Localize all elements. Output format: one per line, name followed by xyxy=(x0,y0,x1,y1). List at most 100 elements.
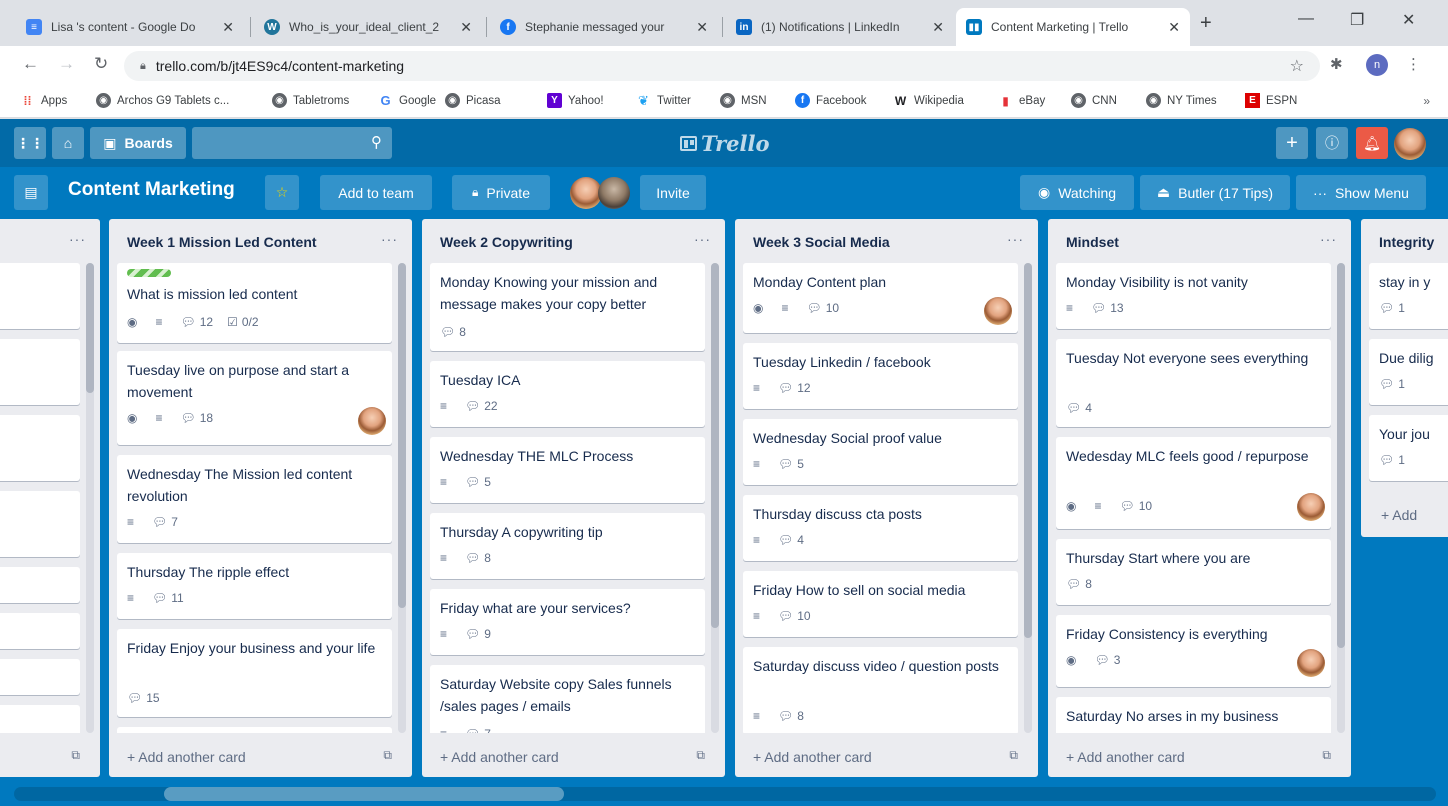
card[interactable]: Thursday discuss cta posts ≡ 💬︎ 4 xyxy=(743,495,1018,561)
create-plus-icon[interactable]: + xyxy=(1276,127,1308,159)
list-title[interactable]: Week 3 Social Media xyxy=(753,234,890,250)
card[interactable]: Tuesday Linkedin / facebook ≡ 💬︎ 12 xyxy=(743,343,1018,409)
card[interactable]: Wednesday Social proof value ≡ 💬︎ 5 xyxy=(743,419,1018,485)
board-view-icon[interactable]: ▤ xyxy=(14,175,48,210)
list-scroll-thumb[interactable] xyxy=(1024,263,1032,638)
card-template-icon[interactable]: ⧉ xyxy=(71,748,80,763)
apps-grid-icon[interactable]: ⋮⋮ xyxy=(14,127,46,159)
card[interactable]: Friday Consistency is everything ◉ 💬︎ 3 xyxy=(1056,615,1331,687)
star-icon[interactable]: ☆ xyxy=(265,175,299,210)
card[interactable]: Saturday Website copy Sales funnels /sal… xyxy=(430,665,705,733)
bookmark-tabletroms[interactable]: ◉ Tabletroms xyxy=(272,93,349,108)
trello-logo[interactable]: Trello xyxy=(680,131,770,156)
add-another-card-button[interactable]: + Add another card xyxy=(1066,749,1185,765)
browser-tab-facebook[interactable]: f Stephanie messaged your ✕ xyxy=(490,8,718,46)
list-menu-icon[interactable]: ··· xyxy=(381,231,398,247)
list-scrollbar[interactable] xyxy=(1337,263,1345,733)
close-icon[interactable]: ✕ xyxy=(460,19,472,36)
card[interactable] xyxy=(0,415,80,481)
browser-tab-wordpress[interactable]: W Who_is_your_ideal_client_2 ✕ xyxy=(254,8,482,46)
card-member-avatar[interactable] xyxy=(1297,493,1325,521)
card-template-icon[interactable]: ⧉ xyxy=(383,748,392,763)
card[interactable]: Wednesday THE MLC Process ≡ 💬︎ 5 xyxy=(430,437,705,503)
card[interactable]: Your jou 💬︎ 1 xyxy=(1369,415,1448,481)
invite-button[interactable]: Invite xyxy=(640,175,706,210)
card[interactable]: Friday Enjoy your business and your life… xyxy=(117,629,392,717)
list-scroll-thumb[interactable] xyxy=(1337,263,1345,648)
boards-button[interactable]: ▣ Boards xyxy=(90,127,186,159)
list-scrollbar[interactable] xyxy=(398,263,406,733)
info-icon[interactable]: ⓘ xyxy=(1316,127,1348,159)
private-button[interactable]: 🔒︎ Private xyxy=(452,175,550,210)
card-template-icon[interactable]: ⧉ xyxy=(1322,748,1331,763)
card[interactable]: Saturday discuss video / question posts … xyxy=(743,647,1018,733)
bookmark-yahoo[interactable]: Y Yahoo! xyxy=(547,93,604,108)
board-title[interactable]: Content Marketing xyxy=(68,179,235,201)
list-menu-icon[interactable]: ··· xyxy=(1320,231,1337,247)
add-another-card-button[interactable]: + Add another card xyxy=(753,749,872,765)
add-to-team-button[interactable]: Add to team xyxy=(320,175,432,210)
card[interactable]: Friday what are your services? ≡ 💬︎ 9 xyxy=(430,589,705,655)
extensions-puzzle-icon[interactable]: ✱ xyxy=(1330,55,1343,73)
list-scrollbar[interactable] xyxy=(1024,263,1032,733)
card[interactable] xyxy=(0,263,80,329)
board-horizontal-scrollbar[interactable] xyxy=(14,787,1436,801)
bookmark-msn[interactable]: ◉ MSN xyxy=(720,93,767,108)
home-icon[interactable]: ⌂ xyxy=(52,127,84,159)
close-icon[interactable]: ✕ xyxy=(932,19,944,36)
member-avatar[interactable] xyxy=(1394,128,1426,160)
bookmark-star-icon[interactable]: ☆ xyxy=(1290,56,1304,76)
bookmark-cnn[interactable]: ◉ CNN xyxy=(1071,93,1117,108)
card[interactable]: Thursday The ripple effect ≡ 💬︎ 11 xyxy=(117,553,392,619)
bookmark-twitter[interactable]: ❦ Twitter xyxy=(636,93,691,108)
reload-icon[interactable]: ↻ xyxy=(94,54,108,74)
card[interactable]: Friday How to sell on social media ≡ 💬︎ 1… xyxy=(743,571,1018,637)
bookmark-ebay[interactable]: ▮ eBay xyxy=(998,93,1045,108)
card[interactable] xyxy=(0,659,80,695)
card[interactable]: Monday Content plan ◉ ≡ 💬︎ 10 xyxy=(743,263,1018,333)
search-input[interactable]: ⚲ xyxy=(192,127,392,159)
card[interactable]: Tuesday live on purpose and start a move… xyxy=(117,351,392,445)
card[interactable]: Saturday No arses in my business xyxy=(1056,697,1331,733)
butler-button[interactable]: ⏏ Butler (17 Tips) xyxy=(1140,175,1290,210)
close-icon[interactable]: ✕ xyxy=(1168,19,1180,36)
bookmark-nytimes[interactable]: ◉ NY Times xyxy=(1146,93,1217,108)
add-another-card-button[interactable]: + Add another card xyxy=(440,749,559,765)
card[interactable] xyxy=(0,339,80,405)
card[interactable]: What is mission led content ◉ ≡ 💬︎ 12 ☑ 0/… xyxy=(117,263,392,343)
forward-arrow-icon[interactable]: → xyxy=(58,54,75,74)
close-icon[interactable]: ✕ xyxy=(222,19,234,36)
notifications-bell-icon[interactable]: 🔔︎ xyxy=(1356,127,1388,159)
profile-avatar[interactable]: n xyxy=(1366,54,1388,76)
list-title[interactable]: Mindset xyxy=(1066,234,1119,250)
watching-button[interactable]: ◉ Watching xyxy=(1020,175,1134,210)
bookmark-facebook[interactable]: f Facebook xyxy=(795,93,867,108)
card[interactable] xyxy=(117,727,392,733)
card[interactable]: Monday Knowing your mission and message … xyxy=(430,263,705,351)
list-scroll-thumb[interactable] xyxy=(711,263,719,628)
add-another-card-button[interactable]: + Add xyxy=(1381,507,1417,523)
bookmark-espn[interactable]: E ESPN xyxy=(1245,93,1297,108)
card[interactable] xyxy=(0,567,80,603)
bookmark-wikipedia[interactable]: W Wikipedia xyxy=(893,93,964,108)
bookmark-archos[interactable]: ◉ Archos G9 Tablets c... xyxy=(96,93,229,108)
browser-tab-linkedin[interactable]: in (1) Notifications | LinkedIn ✕ xyxy=(726,8,954,46)
new-tab-icon[interactable]: + xyxy=(1200,12,1212,35)
window-close-icon[interactable]: ✕ xyxy=(1402,10,1415,30)
card[interactable]: Wedesday MLC feels good / repurpose ◉ ≡ … xyxy=(1056,437,1331,529)
card[interactable]: Thursday A copywriting tip ≡ 💬︎ 8 xyxy=(430,513,705,579)
list-menu-icon[interactable]: ··· xyxy=(1007,231,1024,247)
card[interactable]: Due dilig 💬︎ 1 xyxy=(1369,339,1448,405)
list-title[interactable]: Week 1 Mission Led Content xyxy=(127,234,317,250)
restore-icon[interactable]: ❐ xyxy=(1350,10,1364,30)
show-menu-button[interactable]: ··· Show Menu xyxy=(1296,175,1426,210)
bookmark-google[interactable]: G Google xyxy=(378,93,436,108)
list-title[interactable]: Integrity xyxy=(1379,234,1434,250)
member-avatar[interactable] xyxy=(598,177,630,209)
card[interactable]: Thursday Start where you are 💬︎ 8 xyxy=(1056,539,1331,605)
card[interactable]: Tuesday ICA ≡ 💬︎ 22 xyxy=(430,361,705,427)
browser-menu-icon[interactable]: ⋮ xyxy=(1406,55,1421,73)
bookmark-picasa[interactable]: ◉ Picasa xyxy=(445,93,501,108)
list-scroll-thumb[interactable] xyxy=(398,263,406,608)
card[interactable] xyxy=(0,613,80,649)
